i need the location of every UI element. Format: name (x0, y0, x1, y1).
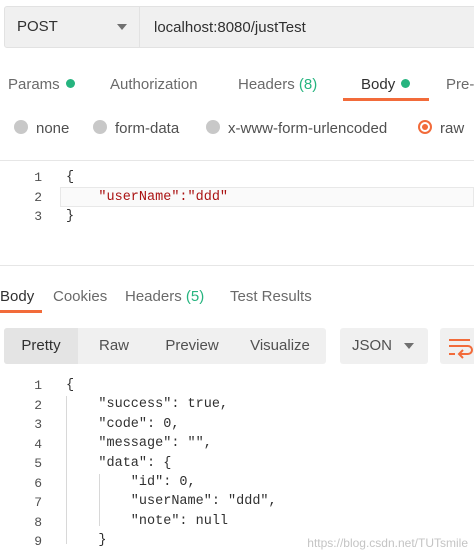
tab-label: Cookies (53, 288, 108, 305)
line-number: 8 (34, 514, 42, 530)
code-line: "userName":"ddd" (66, 189, 229, 205)
status-dot-icon (401, 79, 411, 88)
format-label: JSON (352, 337, 393, 354)
radio-label: x-www-form-urlencoded (228, 120, 388, 137)
active-tab-indicator (343, 98, 429, 101)
code-line: "data": { (66, 455, 172, 471)
active-response-tab-indicator (0, 310, 42, 313)
line-number: 2 (34, 397, 42, 413)
response-tabs: Body Cookies Headers (5) Test Results (0, 280, 474, 316)
code-area: { "success": true, "code": 0, "message":… (66, 376, 474, 551)
method-select[interactable]: POST (4, 6, 140, 48)
format-select[interactable]: JSON (340, 328, 428, 364)
code-line: "note": null (66, 513, 229, 529)
radio-label: raw (440, 120, 465, 137)
code-line: } (66, 209, 75, 224)
request-bar: POST (0, 0, 474, 52)
tab-label: Body (361, 76, 396, 93)
line-number: 7 (34, 495, 42, 510)
view-visualize-button[interactable]: Visualize (234, 328, 326, 364)
code-line: "success": true, (66, 397, 229, 413)
line-numbers: 1 2 3 (0, 168, 58, 227)
line-number: 5 (34, 456, 42, 471)
code-line: { (66, 170, 75, 185)
response-body-viewer[interactable]: 1 2 3 4 5 6 7 8 9 { "success": true, "co… (0, 376, 474, 556)
radio-selected-icon (418, 120, 432, 134)
tab-count: (5) (185, 288, 205, 305)
code-line: "message": "", (66, 436, 212, 452)
tab-label: Headers (238, 76, 295, 93)
line-number: 9 (34, 534, 42, 549)
radio-circle-icon (14, 120, 28, 134)
tab-label: Pre- (446, 76, 474, 93)
line-number: 1 (34, 378, 42, 393)
line-number: 3 (34, 417, 42, 432)
line-number: 4 (34, 436, 42, 452)
radio-circle-icon (206, 120, 220, 134)
tab-label: Body (0, 288, 35, 305)
tab-pre-request[interactable]: Pre- (446, 76, 474, 93)
radio-none[interactable]: none (14, 120, 69, 137)
tab-headers[interactable]: Headers (8) (238, 76, 317, 93)
tab-response-headers[interactable]: Headers (5) (125, 288, 204, 305)
code-line: "code": 0, (66, 416, 180, 432)
line-number: 6 (34, 475, 42, 491)
code-line: "id": 0, (66, 474, 196, 490)
request-body-editor[interactable]: 1 2 3 { "userName":"ddd" } (0, 160, 474, 266)
line-number: 2 (34, 189, 42, 205)
tab-params[interactable]: Params (8, 76, 75, 93)
status-dot-icon (65, 79, 75, 88)
radio-form-data[interactable]: form-data (93, 120, 179, 137)
chevron-down-icon (117, 24, 127, 30)
wrap-lines-icon (449, 339, 473, 359)
code-area: { "userName":"ddd" } (66, 168, 474, 227)
tab-cookies[interactable]: Cookies (53, 288, 107, 305)
view-raw-button[interactable]: Raw (78, 328, 150, 364)
line-numbers: 1 2 3 4 5 6 7 8 9 (0, 376, 58, 552)
radio-raw[interactable]: raw (418, 120, 464, 137)
radio-circle-icon (93, 120, 107, 134)
radio-x-www-form-urlencoded[interactable]: x-www-form-urlencoded (206, 120, 387, 137)
url-input[interactable] (140, 6, 474, 48)
method-label: POST (17, 18, 58, 35)
tab-response-body[interactable]: Body (0, 288, 34, 305)
radio-label: none (36, 120, 70, 137)
tab-label: Test Results (230, 288, 312, 305)
view-mode-group: Pretty Raw Preview Visualize (4, 328, 326, 364)
code-line: "userName": "ddd", (66, 494, 277, 510)
tab-count: (8) (298, 76, 318, 93)
code-line: { (66, 378, 75, 393)
tab-label: Headers (125, 288, 182, 305)
watermark: https://blog.csdn.net/TUTsmile (307, 536, 468, 550)
tab-label: Authorization (110, 76, 198, 93)
view-pretty-button[interactable]: Pretty (4, 328, 78, 364)
tab-label: Params (8, 76, 60, 93)
tab-authorization[interactable]: Authorization (110, 76, 198, 93)
chevron-down-icon (404, 343, 414, 349)
radio-label: form-data (115, 120, 180, 137)
tab-test-results[interactable]: Test Results (230, 288, 312, 305)
tab-body[interactable]: Body (361, 76, 411, 93)
line-number: 1 (34, 170, 42, 185)
line-number: 3 (34, 209, 42, 224)
view-preview-button[interactable]: Preview (150, 328, 234, 364)
body-type-options: none form-data x-www-form-urlencoded raw (0, 112, 474, 146)
wrap-lines-button[interactable] (440, 328, 474, 364)
